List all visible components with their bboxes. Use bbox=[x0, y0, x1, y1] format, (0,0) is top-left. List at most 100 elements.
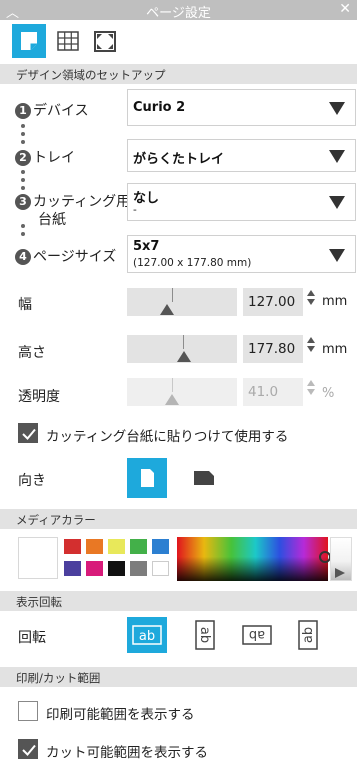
current-color-preview bbox=[18, 537, 58, 579]
rotate-180-icon: ab bbox=[242, 625, 272, 645]
rotate-90-icon: ab bbox=[195, 620, 215, 650]
step-number: 4 bbox=[15, 249, 31, 265]
opacity-label: 透明度 bbox=[18, 389, 60, 405]
width-unit: mm bbox=[322, 294, 348, 309]
width-slider[interactable] bbox=[127, 288, 237, 316]
step-mat-label: 3 カッティング用 bbox=[15, 191, 130, 211]
landscape-button[interactable] bbox=[184, 458, 224, 498]
rotate-270-icon: ab bbox=[298, 620, 318, 650]
swatch-yellow[interactable] bbox=[108, 539, 125, 554]
chevron-down-icon bbox=[329, 196, 345, 209]
page-setup-icon bbox=[21, 32, 37, 50]
step-text: トレイ bbox=[33, 150, 75, 166]
opacity-slider[interactable] bbox=[127, 378, 237, 406]
svg-text:ab: ab bbox=[197, 627, 212, 643]
chevron-down-icon bbox=[329, 102, 345, 115]
swatch-orange[interactable] bbox=[86, 539, 103, 554]
swatch-magenta[interactable] bbox=[86, 561, 103, 576]
height-slider[interactable] bbox=[127, 335, 237, 363]
checkmark-icon bbox=[22, 744, 36, 756]
fullscreen-icon bbox=[94, 31, 116, 52]
step-pagesize-label: 4 ページサイズ bbox=[15, 246, 116, 266]
portrait-button[interactable] bbox=[127, 458, 167, 498]
brightness-slider[interactable] bbox=[330, 537, 352, 581]
step-connector bbox=[21, 224, 25, 240]
rotate-270-button[interactable]: ab bbox=[288, 617, 328, 653]
design-setup-header: デザイン領域のセットアップ bbox=[0, 64, 357, 84]
show-print-checkbox[interactable] bbox=[18, 701, 38, 721]
rotate-0-button[interactable]: ab bbox=[127, 617, 167, 653]
step-tray-label: 2 トレイ bbox=[15, 147, 75, 167]
show-cut-label: カット可能範囲を表示する bbox=[46, 745, 208, 761]
slider-knob[interactable] bbox=[165, 394, 179, 405]
opacity-spinner[interactable] bbox=[307, 380, 317, 395]
height-spinner[interactable] bbox=[307, 337, 317, 352]
width-input[interactable]: 127.00 bbox=[243, 288, 303, 316]
select-value: 5x7 bbox=[133, 239, 160, 254]
swatch-gray[interactable] bbox=[130, 561, 147, 576]
select-value: がらくたトレイ bbox=[133, 152, 225, 167]
rotate-180-button[interactable]: ab bbox=[237, 617, 277, 653]
step-mat-label-2: 台紙 bbox=[38, 212, 66, 228]
tab-grid[interactable] bbox=[52, 24, 86, 58]
slider-knob[interactable] bbox=[177, 351, 191, 362]
step-connector bbox=[21, 124, 25, 148]
window-title: ページ設定 bbox=[146, 6, 211, 21]
select-subvalue: (127.00 x 177.80 mm) bbox=[133, 257, 252, 269]
close-icon[interactable]: ✕ bbox=[339, 1, 351, 17]
rotation-header: 表示回転 bbox=[0, 591, 357, 611]
swatch-red[interactable] bbox=[64, 539, 81, 554]
width-label: 幅 bbox=[18, 297, 32, 313]
tab-fullscreen[interactable] bbox=[88, 24, 122, 58]
tab-bar bbox=[0, 20, 357, 60]
show-print-label: 印刷可能範囲を表示する bbox=[46, 707, 195, 723]
opacity-unit: % bbox=[322, 386, 335, 401]
grid-icon bbox=[57, 31, 79, 51]
brightness-pointer-icon bbox=[335, 568, 345, 578]
height-input[interactable]: 177.80 bbox=[243, 335, 303, 363]
portrait-icon bbox=[141, 469, 154, 487]
step-number: 2 bbox=[15, 150, 31, 166]
step-device-label: 1 デバイス bbox=[15, 100, 89, 120]
svg-text:ab: ab bbox=[139, 629, 155, 644]
tab-page-setup[interactable] bbox=[12, 24, 46, 58]
landscape-icon bbox=[194, 471, 214, 485]
step-text: デバイス bbox=[33, 103, 89, 119]
height-unit: mm bbox=[322, 342, 348, 357]
mat-select[interactable]: なし - bbox=[127, 183, 356, 221]
device-select[interactable]: Curio 2 bbox=[127, 89, 356, 126]
height-label: 高さ bbox=[18, 345, 46, 361]
select-value: Curio 2 bbox=[133, 100, 186, 115]
step-number: 1 bbox=[15, 103, 31, 119]
select-subvalue: - bbox=[133, 204, 137, 216]
swatch-blue[interactable] bbox=[152, 539, 169, 554]
swatch-black[interactable] bbox=[108, 561, 125, 576]
mat-checkbox[interactable] bbox=[18, 423, 38, 443]
swatch-green[interactable] bbox=[130, 539, 147, 554]
color-spectrum[interactable] bbox=[177, 537, 331, 581]
chevron-down-icon bbox=[329, 249, 345, 262]
rotation-label: 回転 bbox=[18, 630, 46, 646]
step-number: 3 bbox=[15, 194, 31, 210]
rotate-0-icon: ab bbox=[132, 625, 162, 645]
tray-select[interactable]: がらくたトレイ bbox=[127, 139, 356, 172]
page-size-select[interactable]: 5x7 (127.00 x 177.80 mm) bbox=[127, 235, 356, 273]
checkmark-icon bbox=[22, 428, 36, 440]
svg-text:ab: ab bbox=[301, 627, 316, 643]
rotate-90-button[interactable]: ab bbox=[185, 617, 225, 653]
svg-text:ab: ab bbox=[249, 627, 265, 642]
color-swatches bbox=[64, 539, 172, 579]
print-cut-header: 印刷/カット範囲 bbox=[0, 667, 357, 687]
mat-checkbox-label: カッティング台紙に貼りつけて使用する bbox=[46, 429, 289, 445]
width-spinner[interactable] bbox=[307, 290, 317, 305]
title-bar: ︿ ページ設定 ✕ bbox=[0, 0, 357, 21]
swatch-white[interactable] bbox=[152, 561, 169, 576]
step-text: ページサイズ bbox=[33, 249, 117, 265]
slider-knob[interactable] bbox=[160, 304, 174, 315]
show-cut-checkbox[interactable] bbox=[18, 739, 38, 759]
swatch-indigo[interactable] bbox=[64, 561, 81, 576]
step-text: カッティング用 bbox=[33, 194, 131, 210]
orientation-label: 向き bbox=[18, 473, 46, 489]
opacity-input[interactable]: 41.0 bbox=[243, 378, 303, 406]
chevron-down-icon bbox=[329, 150, 345, 163]
